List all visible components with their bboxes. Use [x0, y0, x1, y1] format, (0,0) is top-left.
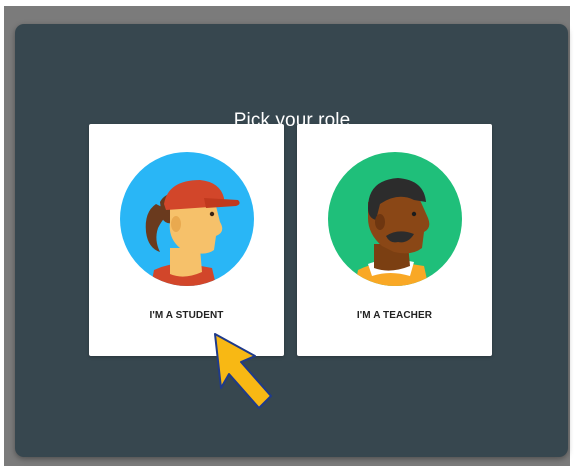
- student-role-label: I'M A STUDENT: [149, 310, 224, 321]
- teacher-role-card[interactable]: I'M A TEACHER: [297, 124, 492, 356]
- student-avatar-icon: [120, 152, 254, 286]
- teacher-role-label: I'M A TEACHER: [356, 310, 433, 321]
- student-role-card[interactable]: I'M A STUDENT: [89, 124, 284, 356]
- teacher-avatar-icon: [328, 152, 462, 286]
- pointer-arrow-icon: [214, 333, 272, 409]
